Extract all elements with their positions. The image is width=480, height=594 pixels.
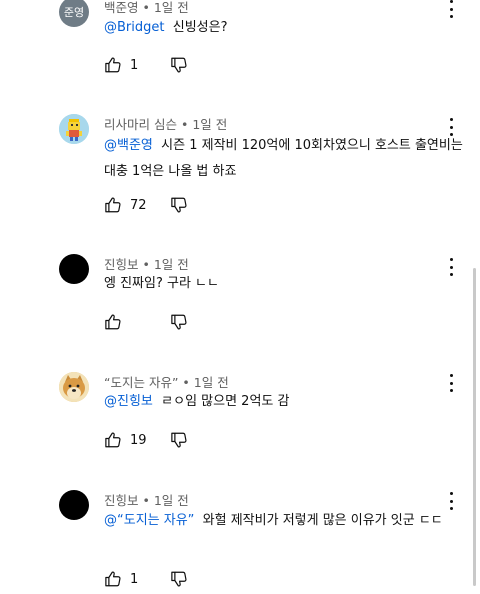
like-count: 72	[130, 197, 147, 213]
mention-link[interactable]: @진힝보	[104, 394, 153, 409]
thumbs-down-icon[interactable]	[170, 196, 188, 214]
thumbs-up-icon[interactable]	[104, 570, 122, 588]
comment-time[interactable]: 1일 전	[154, 0, 189, 15]
thumbs-down-icon[interactable]	[170, 570, 188, 588]
author-name[interactable]: 백준영	[104, 0, 139, 15]
mention-link[interactable]: @“도지는 자유”	[104, 513, 194, 528]
comment-actions	[104, 311, 188, 333]
comment-text: 엥 진짜임? 구라 ㄴㄴ	[104, 276, 219, 291]
comment-time[interactable]: 1일 전	[194, 375, 229, 390]
mention-link[interactable]: @Bridget	[104, 20, 164, 35]
thumbs-up-icon[interactable]	[104, 56, 122, 74]
comment-body: @Bridget 신빙성은?	[104, 15, 464, 41]
avatar-lisamarie[interactable]	[59, 114, 89, 144]
comment-text: 신빙성은?	[172, 20, 228, 35]
avatar-baekjunyoung[interactable]: 준영	[59, 0, 89, 27]
comment-meta: 진힝보 • 1일 전	[104, 490, 189, 509]
scrollbar[interactable]	[473, 268, 476, 586]
comment-body: @“도지는 자유” 와헐 제작비가 저렇게 많은 이유가 잇군 ㄷㄷ	[104, 508, 464, 534]
comment-actions: 1	[104, 568, 188, 590]
doge-icon	[59, 372, 89, 402]
comment-actions: 72	[104, 194, 188, 216]
comment-time[interactable]: 1일 전	[154, 493, 189, 508]
comment-text: ㄹㅇ임 많으면 2억도 감	[161, 394, 290, 409]
comment-time[interactable]: 1일 전	[192, 117, 227, 132]
comment-actions: 1	[104, 54, 188, 76]
meta-separator: •	[138, 493, 154, 508]
meta-separator: •	[138, 0, 154, 15]
pixel-character-icon	[59, 114, 89, 144]
meta-separator: •	[176, 117, 193, 132]
comment-body: 엥 진짜임? 구라 ㄴㄴ	[104, 271, 464, 297]
avatar-jinhingbo[interactable]	[59, 254, 89, 284]
comment-meta: 백준영 • 1일 전	[104, 0, 189, 16]
avatar-doge[interactable]	[59, 372, 89, 402]
comment-actions: 19	[104, 429, 188, 451]
author-name[interactable]: 진힝보	[104, 493, 139, 508]
like-count: 19	[130, 432, 147, 448]
comment-body: @진힝보 ㄹㅇ임 많으면 2억도 감	[104, 389, 464, 415]
comment-meta: 리사마리 심슨 • 1일 전	[104, 114, 227, 133]
thumbs-up-icon[interactable]	[104, 313, 122, 331]
author-name[interactable]: 진힝보	[104, 257, 139, 272]
comment-text: 와헐 제작비가 저렇게 많은 이유가 잇군 ㄷㄷ	[202, 513, 443, 528]
author-name[interactable]: “도지는 자유”	[104, 375, 178, 390]
meta-separator: •	[138, 257, 154, 272]
comment-body: @백준영 시즌 1 제작비 120억에 10회차였으니 호스트 출연비는 대충 …	[104, 133, 464, 185]
mention-link[interactable]: @백준영	[104, 138, 153, 153]
thumbs-up-icon[interactable]	[104, 196, 122, 214]
thumbs-down-icon[interactable]	[170, 56, 188, 74]
like-count: 1	[130, 57, 139, 73]
like-count: 1	[130, 571, 139, 587]
meta-separator: •	[178, 375, 194, 390]
thumbs-down-icon[interactable]	[170, 431, 188, 449]
comment-text: 시즌 1 제작비 120억에 10회차였으니 호스트 출연비는 대충 1억은 나…	[104, 138, 463, 179]
thumbs-up-icon[interactable]	[104, 431, 122, 449]
thumbs-down-icon[interactable]	[170, 313, 188, 331]
comment-time[interactable]: 1일 전	[154, 257, 189, 272]
avatar-jinhingbo[interactable]	[59, 490, 89, 520]
author-name[interactable]: 리사마리 심슨	[104, 117, 177, 132]
